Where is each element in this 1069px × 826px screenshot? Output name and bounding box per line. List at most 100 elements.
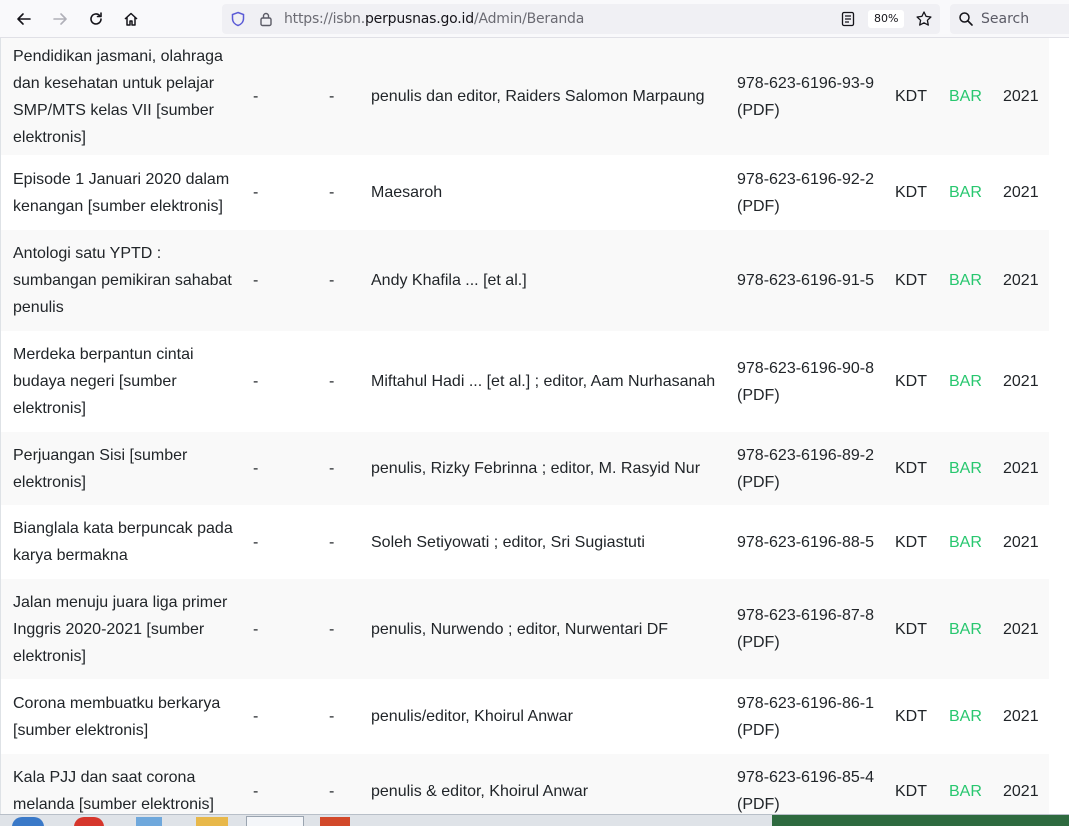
bar-link[interactable]: BAR [949,432,989,505]
cell-title: Bianglala kata berpuncak pada karya berm… [13,520,233,564]
cell-title: Corona membuatku berkarya [sumber elektr… [13,694,221,739]
system-tray [772,815,1069,826]
app-icon[interactable] [136,817,162,826]
active-app-icon[interactable] [246,816,304,826]
cell-author: penulis, Nurwendo ; editor, Nurwentari D… [371,620,669,638]
bar-link[interactable]: BAR [949,579,989,679]
search-bar[interactable]: Search [950,4,1069,34]
cell-col2: - [253,272,259,289]
kdt-link[interactable]: KDT [895,38,935,155]
cell-col2: - [253,620,259,638]
cell-col2: - [253,533,259,551]
cell-isbn: 978-623-6196-86-1 (PDF) [737,694,874,739]
cell-author: penulis, Rizky Febrinna ; editor, M. Ras… [371,460,701,477]
cell-author: Andy Khafila ... [et al.] [371,272,527,289]
reload-icon [90,12,102,25]
cell-year: 2021 [1003,460,1039,477]
cell-author: Miftahul Hadi ... [et al.] ; editor, Aam… [371,373,716,390]
folder-icon[interactable] [196,817,228,826]
forward-arrow-icon [53,13,67,25]
bar-link[interactable]: BAR [949,38,989,155]
cell-col3: - [329,272,335,289]
kdt-link[interactable]: KDT [895,579,935,679]
cell-isbn: 978-623-6196-89-2 (PDF) [737,446,874,491]
kdt-link[interactable]: KDT [895,155,935,230]
cell-year: 2021 [1003,533,1039,551]
cell-col3: - [329,460,335,477]
table-row: Bianglala kata berpuncak pada karya berm… [1,505,1049,579]
tracking-protection-shield-icon[interactable] [228,9,248,29]
isbn-table: Pendidikan jasmani, olahraga dan kesehat… [0,38,1069,814]
cell-col3: - [329,184,335,201]
cell-isbn: 978-623-6196-88-5 [737,533,874,551]
table-row: Corona membuatku berkarya [sumber elektr… [1,679,1049,754]
search-icon [956,9,976,29]
cell-title: Merdeka berpantun cintai budaya negeri [… [13,346,194,417]
cell-year: 2021 [1003,373,1039,390]
cell-year: 2021 [1003,88,1039,105]
url-text[interactable]: https://isbn.perpusnas.go.id/Admin/Beran… [284,11,584,27]
cell-title: Perjuangan Sisi [sumber elektronis] [13,446,188,491]
bookmark-star-icon[interactable] [914,9,934,29]
bar-link[interactable]: BAR [949,230,989,331]
cell-author: penulis dan editor, Raiders Salomon Marp… [371,88,705,105]
bar-link[interactable]: BAR [949,155,989,230]
cell-title: Jalan menuju juara liga primer Inggris 2… [13,593,228,665]
url-bar[interactable]: https://isbn.perpusnas.go.id/Admin/Beran… [222,4,940,34]
cell-col2: - [253,782,259,800]
search-input[interactable]: Search [981,11,1029,27]
cell-author: penulis/editor, Khoirul Anwar [371,708,573,725]
back-button[interactable] [10,5,38,33]
home-icon [124,12,138,26]
cell-col3: - [329,782,335,800]
cell-title: Pendidikan jasmani, olahraga dan kesehat… [13,47,223,146]
back-arrow-icon [17,13,31,25]
table-row: Kala PJJ dan saat corona melanda [sumber… [1,754,1049,814]
kdt-link[interactable]: KDT [895,754,935,814]
kdt-link[interactable]: KDT [895,679,935,754]
table-row: Merdeka berpantun cintai budaya negeri [… [1,331,1049,432]
cell-author: Soleh Setiyowati ; editor, Sri Sugiastut… [371,533,645,551]
cell-col2: - [253,708,259,725]
table-row: Perjuangan Sisi [sumber elektronis] - - … [1,432,1049,505]
kdt-link[interactable]: KDT [895,432,935,505]
zoom-level-button[interactable]: 80% [868,10,905,28]
app-icon[interactable] [74,817,104,826]
browser-toolbar: https://isbn.perpusnas.go.id/Admin/Beran… [0,0,1069,38]
reload-button[interactable] [82,5,110,33]
cell-col2: - [253,373,259,390]
cell-isbn: 978-623-6196-92-2 (PDF) [737,170,874,215]
table-row: Antologi satu YPTD : sumbangan pemikiran… [1,230,1049,331]
start-button-icon[interactable] [12,817,44,826]
bar-link[interactable]: BAR [949,679,989,754]
cell-isbn: 978-623-6196-93-9 (PDF) [737,74,874,119]
reader-view-icon[interactable] [838,9,858,29]
cell-col2: - [253,184,259,201]
forward-button[interactable] [46,5,74,33]
cell-isbn: 978-623-6196-87-8 (PDF) [737,607,874,651]
lock-icon[interactable] [256,9,276,29]
cell-title: Antologi satu YPTD : sumbangan pemikiran… [13,245,232,316]
cell-isbn: 978-623-6196-90-8 (PDF) [737,359,874,404]
cell-author: penulis & editor, Khoirul Anwar [371,782,589,800]
kdt-link[interactable]: KDT [895,230,935,331]
app-icon[interactable] [320,817,350,826]
table-row: Episode 1 Januari 2020 dalam kenangan [s… [1,155,1049,230]
bar-link[interactable]: BAR [949,331,989,432]
cell-col3: - [329,533,335,551]
bar-link[interactable]: BAR [949,754,989,814]
table-row: Pendidikan jasmani, olahraga dan kesehat… [1,38,1049,155]
cell-year: 2021 [1003,184,1039,201]
taskbar [0,814,1069,826]
bar-link[interactable]: BAR [949,505,989,579]
home-button[interactable] [117,5,145,33]
kdt-link[interactable]: KDT [895,331,935,432]
cell-isbn: 978-623-6196-85-4 (PDF) [737,769,874,813]
cell-year: 2021 [1003,708,1039,725]
cell-year: 2021 [1003,620,1039,638]
cell-col3: - [329,620,335,638]
url-host: perpusnas.go.id [364,11,474,27]
cell-title: Kala PJJ dan saat corona melanda [sumber… [13,769,214,813]
kdt-link[interactable]: KDT [895,505,935,579]
cell-title: Episode 1 Januari 2020 dalam kenangan [s… [13,170,230,215]
